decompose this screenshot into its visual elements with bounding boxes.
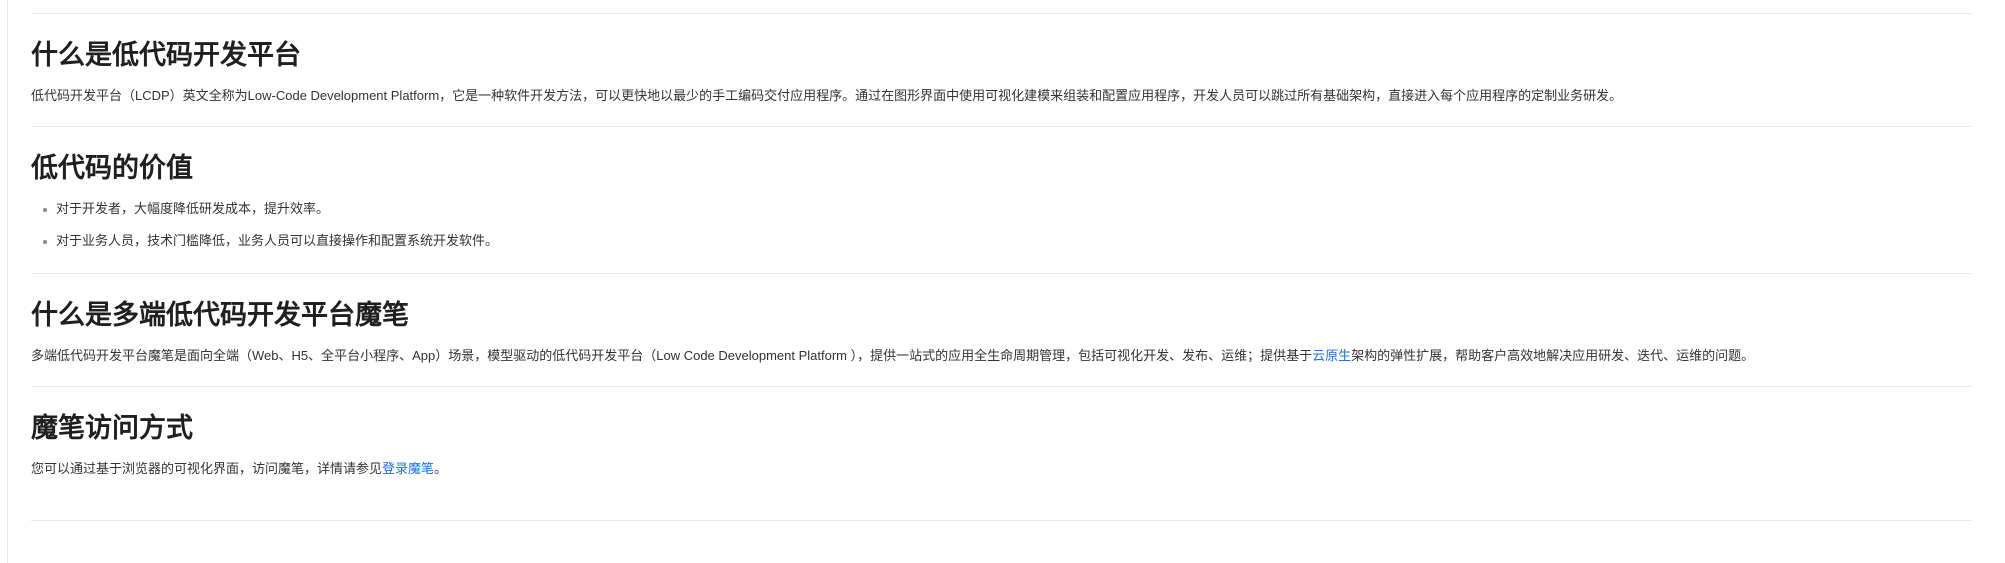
cloud-native-link[interactable]: 云原生: [1312, 348, 1351, 363]
section-heading: 什么是低代码开发平台: [31, 40, 301, 71]
section-heading: 魔笔访问方式: [31, 413, 193, 444]
paragraph-text: 。: [434, 461, 448, 476]
login-mobi-link[interactable]: 登录魔笔: [382, 461, 434, 476]
section-heading: 低代码的价值: [31, 153, 193, 184]
section-heading: 什么是多端低代码开发平台魔笔: [31, 300, 409, 331]
value-list: 对于开发者，大幅度降低研发成本，提升效率。 对于业务人员，技术门槛降低，业务人员…: [31, 199, 1971, 251]
paragraph-text: 多端低代码开发平台魔笔是面向全端（Web、H5、全平台小程序、App）场景，模型…: [31, 348, 1313, 363]
section-what-is-lcdp: 什么是低代码开发平台 低代码开发平台（LCDP）英文全称为Low-Code De…: [31, 14, 1971, 106]
list-item: 对于业务人员，技术门槛降低，业务人员可以直接操作和配置系统开发软件。: [31, 231, 1971, 251]
document-content: 什么是低代码开发平台 低代码开发平台（LCDP）英文全称为Low-Code De…: [31, 0, 1971, 521]
section-lowcode-value: 低代码的价值 对于开发者，大幅度降低研发成本，提升效率。 对于业务人员，技术门槛…: [31, 127, 1971, 251]
paragraph-text: 架构的弹性扩展，帮助客户高效地解决应用研发、迭代、运维的问题。: [1351, 348, 1755, 363]
section-paragraph: 低代码开发平台（LCDP）英文全称为Low-Code Development P…: [31, 88, 1623, 103]
section-paragraph: 多端低代码开发平台魔笔是面向全端（Web、H5、全平台小程序、App）场景，模型…: [31, 346, 1971, 366]
section-divider: [31, 520, 1971, 521]
section-access-method: 魔笔访问方式 您可以通过基于浏览器的可视化界面，访问魔笔，详情请参见登录魔笔。: [31, 387, 1971, 479]
page-left-border: [7, 0, 8, 563]
paragraph-text: 您可以通过基于浏览器的可视化界面，访问魔笔，详情请参见: [31, 461, 383, 476]
list-item: 对于开发者，大幅度降低研发成本，提升效率。: [31, 199, 1971, 219]
section-paragraph: 您可以通过基于浏览器的可视化界面，访问魔笔，详情请参见登录魔笔。: [31, 459, 1971, 479]
section-what-is-mobi: 什么是多端低代码开发平台魔笔 多端低代码开发平台魔笔是面向全端（Web、H5、全…: [31, 274, 1971, 366]
